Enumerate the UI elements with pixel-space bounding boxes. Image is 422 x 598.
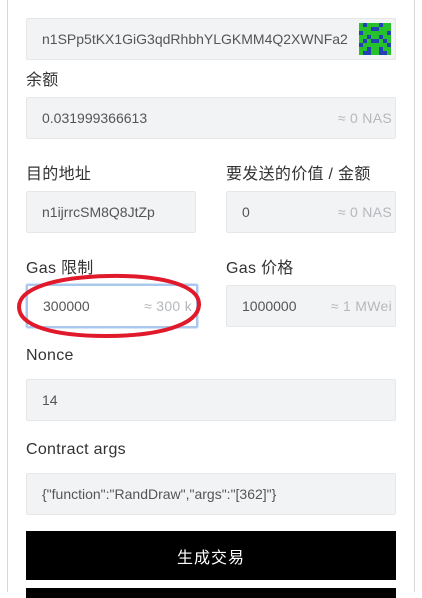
to-address-input[interactable]: n1ijrrcSM8Q8JtZp xyxy=(26,191,196,233)
balance-value: 0.031999366613 xyxy=(42,110,148,126)
amount-approx: ≈ 0 NAS xyxy=(337,204,392,220)
to-address-label: 目的地址 xyxy=(26,166,92,183)
amount-label: 要发送的价值 / 金额 xyxy=(226,166,371,183)
nonce-field: 14 xyxy=(26,379,396,421)
annotation-ellipse xyxy=(16,273,202,339)
from-address-field[interactable]: n1SPp5tKX1GiG3qdRhbhYLGKMM4Q2XWNFa2 xyxy=(26,18,396,60)
balance-approx: ≈ 0 NAS xyxy=(337,110,392,126)
contract-args-label: Contract args xyxy=(26,441,126,458)
gas-price-label: Gas 价格 xyxy=(226,260,294,277)
gas-price-value: 1000000 xyxy=(242,298,297,314)
to-address-value: n1ijrrcSM8Q8JtZp xyxy=(42,204,155,220)
generate-transaction-button[interactable]: 生成交易 xyxy=(26,531,396,580)
amount-input[interactable]: 0 ≈ 0 NAS xyxy=(226,191,396,233)
nonce-value: 14 xyxy=(42,392,58,408)
secondary-button[interactable] xyxy=(26,588,396,598)
balance-label: 余额 xyxy=(26,72,59,89)
balance-field: 0.031999366613 ≈ 0 NAS xyxy=(26,97,396,139)
contract-args-input[interactable]: {"function":"RandDraw","args":"[362]"} xyxy=(26,473,396,515)
from-address-value: n1SPp5tKX1GiG3qdRhbhYLGKMM4Q2XWNFa2 xyxy=(42,31,348,47)
annotation-ellipse-stroke xyxy=(16,273,202,339)
amount-value: 0 xyxy=(242,204,250,220)
identicon-icon xyxy=(359,23,391,55)
gas-price-field: 1000000 ≈ 1 MWei xyxy=(226,285,396,327)
contract-args-value: {"function":"RandDraw","args":"[362]"} xyxy=(42,486,277,502)
gas-price-approx: ≈ 1 MWei xyxy=(330,298,392,314)
nonce-label: Nonce xyxy=(26,347,74,364)
